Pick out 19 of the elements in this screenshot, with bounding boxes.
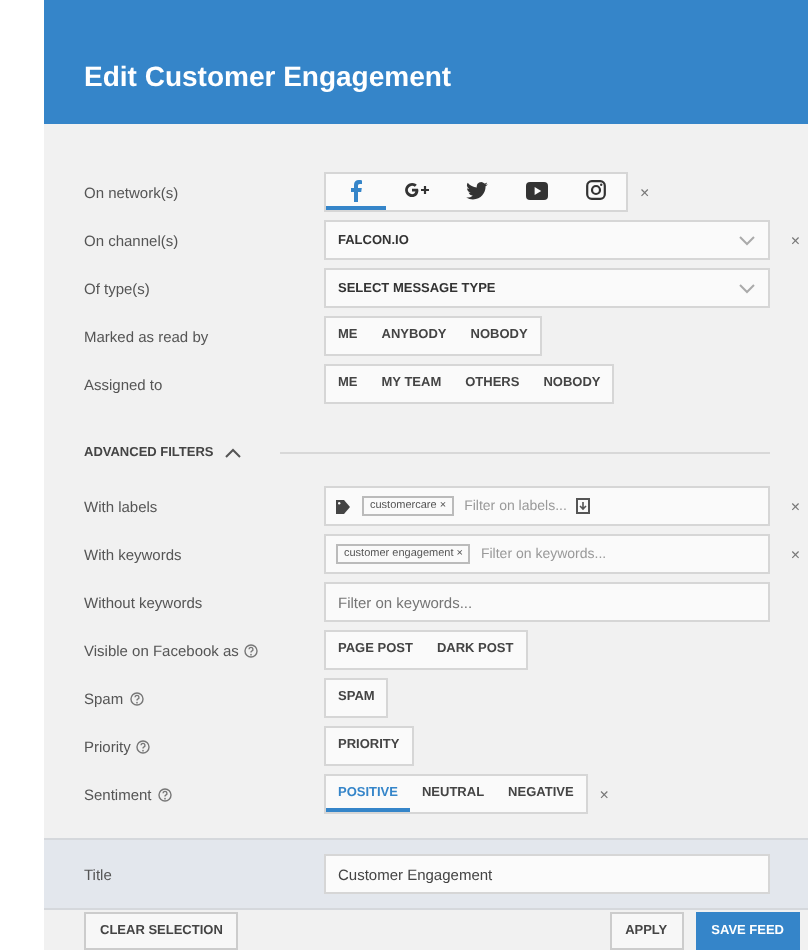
tag-icon <box>336 499 352 513</box>
clear-button[interactable]: × <box>599 785 609 803</box>
help-icon <box>244 643 259 657</box>
caret-icon <box>223 447 242 457</box>
clear-button[interactable]: × <box>790 545 800 563</box>
clear-button[interactable]: × <box>640 183 650 201</box>
bird-icon <box>465 181 487 199</box>
facebook-icon <box>350 179 362 201</box>
camera-icon <box>586 180 606 200</box>
help-icon <box>157 787 172 801</box>
help-icon <box>129 691 144 705</box>
clear-button[interactable]: × <box>790 231 800 249</box>
help-icon <box>136 739 151 753</box>
play-icon <box>525 181 547 199</box>
clear-button[interactable]: × <box>790 497 800 515</box>
chevron-icon <box>738 235 756 245</box>
googleplus-icon <box>403 182 429 198</box>
dialog-title: Edit Customer Engagement <box>84 60 452 92</box>
chevron-icon <box>738 283 756 293</box>
